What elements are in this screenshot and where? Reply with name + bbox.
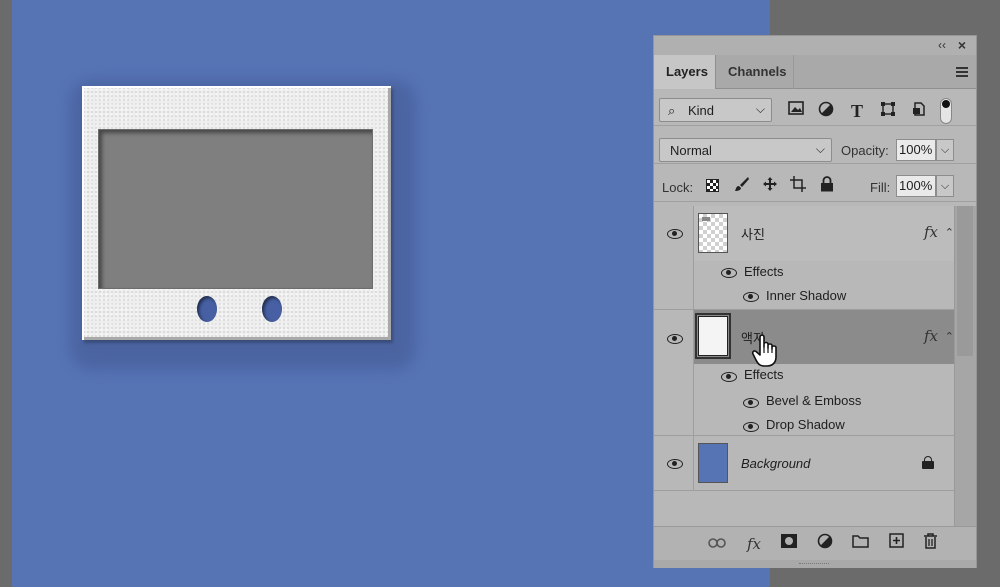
link-layers-icon[interactable]	[706, 533, 728, 555]
eye-icon[interactable]	[743, 422, 759, 432]
blend-row: Normal ⌵ Opacity: 100% ⌵	[654, 128, 976, 164]
effect-row-inner-shadow[interactable]: Inner Shadow	[694, 285, 954, 309]
opacity-dropdown-icon[interactable]: ⌵	[936, 139, 954, 161]
effects-label: Effects	[744, 367, 784, 382]
eye-icon[interactable]	[667, 334, 683, 344]
effects-group-row[interactable]: Effects	[694, 364, 954, 388]
fill-dropdown-icon[interactable]: ⌵	[936, 175, 954, 197]
layer-name[interactable]: Background	[741, 456, 810, 471]
canvas-gutter	[0, 0, 12, 587]
eye-icon[interactable]	[743, 398, 759, 408]
type-filter-icon[interactable]: T	[847, 101, 867, 121]
delete-layer-icon[interactable]	[919, 533, 941, 555]
new-layer-icon[interactable]	[885, 533, 907, 555]
effect-row-drop-shadow[interactable]: Drop Shadow	[694, 414, 954, 438]
effect-name: Drop Shadow	[766, 417, 845, 432]
frame-hole-right	[262, 296, 282, 322]
panel-menu-icon[interactable]	[956, 67, 968, 77]
eye-icon[interactable]	[721, 268, 737, 278]
effects-label: Effects	[744, 264, 784, 279]
eye-icon[interactable]	[667, 229, 683, 239]
layer-thumbnail[interactable]	[695, 313, 731, 359]
tab-channels[interactable]: Channels	[716, 55, 794, 89]
effect-name: Bevel & Emboss	[766, 393, 862, 408]
layer-filter-row: ⌕ Kind ⌵ T	[654, 90, 976, 126]
close-icon[interactable]: ×	[958, 37, 966, 53]
fx-icon[interactable]: fx	[924, 327, 938, 345]
fx-icon[interactable]: fx	[924, 223, 938, 241]
blend-mode-select[interactable]: Normal ⌵	[659, 138, 832, 162]
collapse-panel-icon[interactable]: ‹‹	[938, 38, 946, 52]
layer-name[interactable]: 사진	[741, 224, 765, 243]
filter-toggle-switch[interactable]	[940, 98, 952, 124]
search-icon: ⌕	[668, 103, 676, 118]
lock-artboard-icon[interactable]	[788, 176, 808, 196]
fill-label: Fill:	[870, 180, 891, 195]
filter-kind-select[interactable]: ⌕ Kind ⌵	[659, 98, 772, 122]
layer-row-background[interactable]: Background	[654, 436, 954, 491]
layers-scrollbar[interactable]	[954, 206, 976, 526]
layers-bottom-toolbar: fx	[654, 526, 976, 560]
panel-title-bar[interactable]: ‹‹ ×	[654, 36, 976, 55]
lock-transparent-pixels-icon[interactable]	[702, 176, 722, 196]
layer-thumbnail[interactable]	[698, 443, 728, 483]
smart-object-filter-icon[interactable]	[909, 101, 929, 121]
filter-kind-label: Kind	[688, 103, 715, 118]
add-mask-icon[interactable]	[778, 533, 800, 555]
thumbnail-mark	[702, 217, 710, 221]
effect-name: Inner Shadow	[766, 288, 847, 303]
eye-icon[interactable]	[721, 372, 737, 382]
opacity-input[interactable]: 100%	[896, 139, 936, 161]
shape-filter-icon[interactable]	[878, 101, 898, 121]
layer-thumbnail[interactable]	[698, 213, 728, 253]
new-adjustment-layer-icon[interactable]	[814, 533, 836, 555]
tab-layers[interactable]: Layers	[654, 55, 716, 89]
chevron-down-icon: ⌵	[815, 142, 825, 156]
scrollbar-thumb[interactable]	[957, 206, 973, 356]
hand-cursor-icon	[751, 334, 777, 367]
opacity-label: Opacity:	[841, 143, 889, 158]
collapse-effects-icon[interactable]: ⌃	[945, 330, 954, 343]
effects-group-row[interactable]: Effects	[694, 261, 954, 285]
layers-list: 사진 fx ⌃ Effects Inner Shadow 액자 fx ⌃ Eff…	[654, 206, 976, 526]
collapse-effects-icon[interactable]: ⌃	[945, 226, 954, 239]
lock-all-icon[interactable]	[817, 176, 837, 196]
visibility-column	[654, 436, 694, 490]
add-layer-style-icon[interactable]: fx	[743, 533, 765, 555]
layers-panel: ‹‹ × Layers Channels ⌕ Kind ⌵ T Normal ⌵…	[653, 35, 977, 568]
lock-label: Lock:	[662, 180, 694, 195]
eye-icon[interactable]	[743, 292, 759, 302]
frame-artwork	[82, 86, 391, 340]
eye-icon[interactable]	[667, 459, 683, 469]
photo-placeholder	[98, 129, 373, 289]
effect-row-bevel-emboss[interactable]: Bevel & Emboss	[694, 390, 954, 414]
image-filter-icon[interactable]	[786, 101, 806, 121]
visibility-column	[654, 310, 694, 435]
panel-tab-row: Layers Channels	[654, 55, 976, 89]
fill-input[interactable]: 100%	[896, 175, 936, 197]
layer-frame-header-selected[interactable]	[694, 310, 954, 364]
visibility-column	[654, 206, 694, 309]
adjustment-filter-icon[interactable]	[816, 101, 836, 121]
layer-photo-header[interactable]	[694, 206, 954, 261]
lock-icon[interactable]	[922, 456, 934, 469]
lock-image-pixels-icon[interactable]	[732, 176, 752, 196]
frame-hole-left	[197, 296, 217, 322]
new-group-folder-icon[interactable]	[849, 533, 871, 555]
blend-mode-value: Normal	[670, 143, 712, 158]
lock-position-icon[interactable]	[760, 176, 780, 196]
layer-row-photo[interactable]: 사진 fx ⌃ Effects Inner Shadow	[654, 206, 954, 310]
layer-row-frame[interactable]: 액자 fx ⌃ Effects Bevel & Emboss Drop Shad…	[654, 310, 954, 436]
chevron-down-icon: ⌵	[755, 102, 765, 116]
panel-resize-grip[interactable]	[654, 560, 976, 568]
